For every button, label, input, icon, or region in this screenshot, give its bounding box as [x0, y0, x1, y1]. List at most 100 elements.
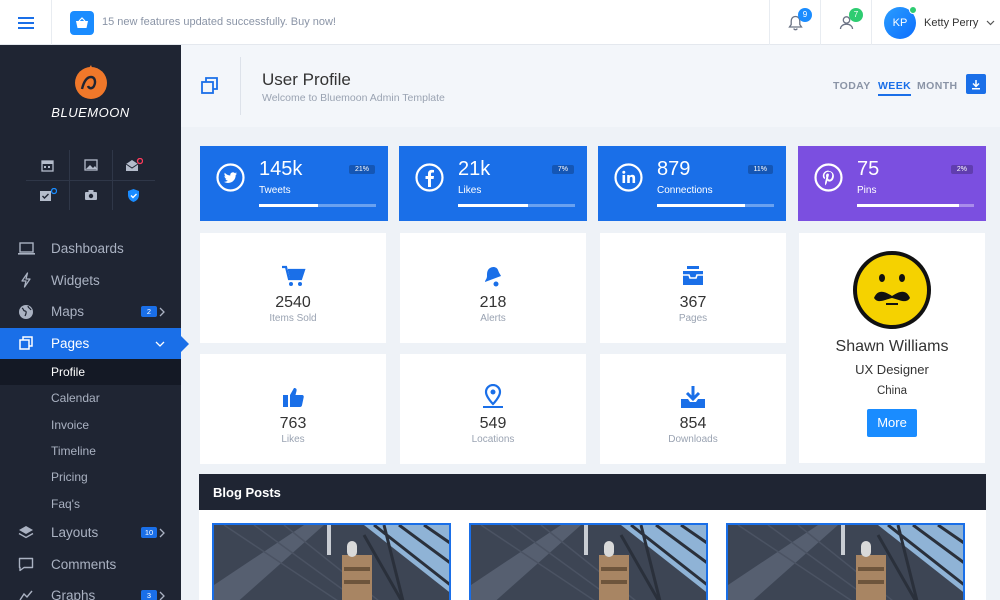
page-header: User Profile Welcome to Bluemoon Admin T…	[181, 45, 1000, 127]
sidebar-item-graphs[interactable]: Graphs 3	[0, 580, 181, 600]
tab-today[interactable]: TODAY	[833, 80, 871, 92]
likes-label: Likes	[281, 434, 305, 445]
sidebar-subitem-invoice[interactable]: Invoice	[0, 412, 181, 438]
sidebar-item-comments[interactable]: Comments	[0, 548, 181, 580]
maps-count-badge: 2	[141, 306, 157, 317]
sidebar-item-layouts[interactable]: Layouts 10	[0, 517, 181, 549]
profile-avatar	[853, 251, 931, 329]
blog-post-image	[471, 525, 706, 600]
pinterest-stat-card[interactable]: 75 Pins 2%	[798, 146, 986, 221]
layers-icon	[17, 524, 35, 542]
sidebar-item-label: Pages	[51, 335, 90, 351]
bluemoon-logo-icon	[74, 65, 107, 99]
twitter-percent-badge: 21%	[348, 165, 375, 174]
divider	[240, 57, 241, 115]
thumbs-up-icon	[280, 384, 306, 410]
pages-card: 367 Pages	[600, 233, 786, 343]
download-icon	[972, 79, 980, 89]
page-title: User Profile	[262, 70, 351, 89]
location-pin-icon	[480, 384, 506, 410]
bolt-icon	[17, 271, 35, 289]
users-badge: 7	[849, 8, 863, 22]
linkedin-label: Connections	[657, 185, 713, 196]
likes-card: 763 Likes	[200, 354, 386, 464]
blog-post-card[interactable]	[212, 523, 451, 600]
users-button[interactable]: 7	[821, 0, 871, 45]
sidebar: BLUEMOON Dashboards Widgets Maps 2 Pages…	[0, 45, 189, 600]
twitter-value: 145k	[259, 158, 303, 180]
sidebar-subitem-pricing[interactable]: Pricing	[0, 464, 181, 490]
hamburger-icon	[17, 16, 34, 29]
page-subtitle: Welcome to Bluemoon Admin Template	[262, 92, 445, 104]
online-status-dot	[909, 5, 917, 14]
download-button[interactable]	[966, 74, 986, 94]
camera-icon	[84, 190, 97, 200]
blog-post-card[interactable]	[469, 523, 708, 600]
more-button[interactable]: More	[867, 409, 917, 437]
pinterest-progress-fill	[857, 204, 959, 207]
locations-label: Locations	[471, 434, 515, 445]
likes-value: 763	[279, 415, 307, 432]
notifications-button[interactable]: 9	[770, 0, 820, 45]
graphs-count-badge: 3	[141, 589, 157, 600]
facebook-stat-card[interactable]: 21k Likes 7%	[399, 146, 587, 221]
mail-shortcut[interactable]	[112, 150, 155, 180]
mail-icon	[125, 158, 143, 171]
brand-logo[interactable]: BLUEMOON	[0, 63, 181, 120]
basket-icon	[70, 11, 94, 35]
twitter-stat-card[interactable]: 145k Tweets 21%	[200, 146, 388, 221]
sidebar-subitem-timeline[interactable]: Timeline	[0, 438, 181, 464]
downloads-card: 854 Downloads	[600, 354, 786, 464]
brand-name: BLUEMOON	[51, 105, 130, 120]
sidebar-item-pages[interactable]: Pages	[0, 327, 189, 359]
linkedin-progress-bar	[657, 204, 774, 207]
sidebar-subitem-faqs[interactable]: Faq's	[0, 490, 181, 516]
facebook-value: 21k	[458, 158, 491, 180]
tasks-shortcut[interactable]	[26, 180, 69, 210]
facebook-percent-badge: 7%	[551, 165, 574, 174]
pinterest-label: Pins	[857, 185, 877, 196]
sidebar-item-label: Layouts	[51, 525, 99, 541]
camera-shortcut[interactable]	[69, 180, 112, 210]
user-menu[interactable]: KP Ketty Perry	[884, 0, 1000, 45]
sidebar-item-widgets[interactable]: Widgets	[0, 265, 181, 297]
twitter-progress-fill	[259, 204, 318, 207]
layouts-count-badge: 10	[141, 526, 157, 538]
pinterest-percent-badge: 2%	[950, 165, 973, 174]
linkedin-icon	[614, 163, 643, 192]
calendar-shortcut[interactable]	[26, 150, 69, 180]
sidebar-item-label: Widgets	[51, 272, 100, 288]
tab-month[interactable]: MONTH	[917, 80, 958, 92]
chevron-right-icon	[159, 591, 165, 600]
sidebar-subitem-profile[interactable]: Profile	[0, 359, 181, 386]
divider	[871, 0, 872, 45]
blog-post-card[interactable]	[726, 523, 965, 600]
comment-icon	[17, 555, 35, 573]
twitter-progress-bar	[259, 204, 376, 207]
tab-week[interactable]: WEEK	[878, 80, 912, 96]
pages-label: Pages	[678, 313, 708, 324]
shield-check-icon	[128, 188, 139, 202]
sidebar-subitem-calendar[interactable]: Calendar	[0, 385, 181, 411]
image-icon	[83, 159, 98, 171]
cart-icon	[280, 263, 306, 289]
sidebar-item-dashboards[interactable]: Dashboards	[0, 233, 181, 265]
menu-toggle-button[interactable]	[0, 0, 52, 45]
alerts-value: 218	[479, 294, 507, 311]
downloads-label: Downloads	[668, 434, 718, 445]
notice-link[interactable]: 15 new features updated successfully. Bu…	[102, 16, 336, 28]
linkedin-percent-badge: 11%	[747, 165, 773, 174]
linkedin-stat-card[interactable]: 879 Connections 11%	[598, 146, 786, 221]
items-sold-value: 2540	[275, 294, 311, 311]
sidebar-item-label: Dashboards	[51, 241, 124, 257]
top-bar: 15 new features updated successfully. Bu…	[0, 0, 1000, 45]
sidebar-item-maps[interactable]: Maps 2	[0, 296, 181, 328]
download-icon	[680, 384, 706, 410]
twitter-label: Tweets	[259, 185, 291, 196]
security-shortcut[interactable]	[112, 180, 155, 210]
locations-card: 549 Locations	[400, 354, 586, 464]
profile-country: China	[876, 385, 908, 397]
pinterest-progress-bar	[857, 204, 974, 207]
avatar-initials: KP	[892, 16, 908, 29]
image-shortcut[interactable]	[69, 150, 112, 180]
